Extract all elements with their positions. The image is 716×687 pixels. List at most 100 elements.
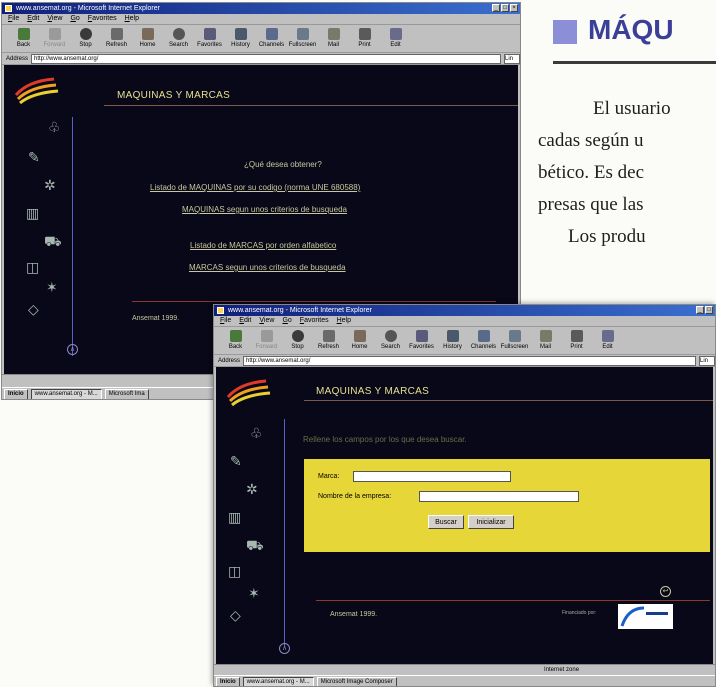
ansemat-logo (14, 77, 59, 105)
taskbar-ie[interactable]: www.ansemat.org - M... (30, 388, 102, 399)
refresh-icon (110, 28, 123, 40)
home-button[interactable]: Home (132, 25, 163, 52)
empresa-label: Nombre de la empresa: (318, 493, 392, 500)
menu-file[interactable]: File (8, 14, 19, 24)
menu-favorites[interactable]: Favorites (300, 316, 329, 326)
link-maquinas-codigo[interactable]: Listado de MAQUINAS por su codigo (norma… (150, 183, 360, 192)
address-input[interactable]: http://www.ansemat.org/ (243, 355, 696, 366)
empresa-input[interactable] (419, 491, 579, 502)
minimize-icon[interactable]: _ (696, 306, 704, 314)
up-arrow-icon[interactable]: ∧ (279, 643, 290, 654)
menu-file[interactable]: File (220, 316, 231, 326)
taskbar-ie[interactable]: www.ansemat.org - M... (242, 676, 314, 686)
refresh-button[interactable]: Refresh (101, 25, 132, 52)
stop-button[interactable]: Stop (70, 25, 101, 52)
mail-icon (327, 28, 340, 40)
menu-go[interactable]: Go (70, 14, 79, 24)
marca-label: Marca: (318, 473, 340, 480)
start-button[interactable]: Inicio (4, 388, 28, 399)
mail-button[interactable]: Mail (318, 25, 349, 52)
taskbar-image-composer[interactable]: Microsoft Image Composer (316, 676, 397, 686)
menu-go[interactable]: Go (282, 316, 291, 326)
search-button[interactable]: Search (375, 327, 406, 354)
hand-icon: ♧ (250, 425, 263, 441)
back-button[interactable]: Back (220, 327, 251, 354)
history-button[interactable]: History (437, 327, 468, 354)
start-button[interactable]: Inicio (216, 676, 240, 686)
search-button[interactable]: Search (163, 25, 194, 52)
menu-edit[interactable]: Edit (239, 316, 251, 326)
address-input[interactable]: http://www.ansemat.org/ (31, 53, 501, 64)
menu-favorites[interactable]: Favorites (88, 14, 117, 24)
menu-view[interactable]: View (47, 14, 62, 24)
address-bar: Address http://www.ansemat.org/ Lin (2, 53, 520, 65)
document-line: bético. Es dec (538, 162, 645, 183)
channels-icon (477, 330, 490, 342)
fullscreen-button[interactable]: Fullscreen (287, 25, 318, 52)
stop-icon (291, 330, 304, 342)
maximize-icon[interactable]: □ (705, 306, 713, 314)
document-heading: MÁQU (588, 14, 674, 45)
inicializar-button[interactable]: Inicializar (468, 515, 514, 529)
back-button[interactable]: Back (8, 25, 39, 52)
favorites-icon (415, 330, 428, 342)
menu-help[interactable]: Help (337, 316, 351, 326)
print-button[interactable]: Print (561, 327, 592, 354)
history-button[interactable]: History (225, 25, 256, 52)
menu-help[interactable]: Help (125, 14, 139, 24)
edit-button[interactable]: Edit (380, 25, 411, 52)
links-button[interactable]: Lin (504, 53, 520, 64)
sidebar-line (72, 117, 73, 356)
search-icon (384, 330, 397, 342)
back-arrow-icon[interactable]: ↩ (660, 586, 671, 597)
print-button[interactable]: Print (349, 25, 380, 52)
building-icon: ▥ (228, 509, 242, 525)
favorites-icon (203, 28, 216, 40)
taskbar-image-composer[interactable]: Microsoft Ima (104, 388, 149, 399)
maximize-icon[interactable]: □ (501, 4, 509, 12)
fullscreen-button[interactable]: Fullscreen (499, 327, 530, 354)
stop-icon (79, 28, 92, 40)
mail-button[interactable]: Mail (530, 327, 561, 354)
link-marcas-criterios[interactable]: MARCAS segun unos criterios de busqueda (189, 263, 346, 272)
document-line: cadas según u (538, 130, 644, 151)
favorites-button[interactable]: Favorites (194, 25, 225, 52)
search-form: Marca: Nombre de la empresa: Buscar Inic… (304, 459, 710, 552)
ie-icon (217, 307, 224, 314)
mail-icon (539, 330, 552, 342)
buscar-button[interactable]: Buscar (428, 515, 464, 529)
page-title: MAQUINAS Y MARCAS (316, 386, 430, 397)
book-icon: ◫ (228, 563, 242, 579)
close-icon[interactable]: × (510, 4, 518, 12)
home-button[interactable]: Home (344, 327, 375, 354)
hand-icon: ♧ (48, 119, 61, 135)
history-icon (446, 330, 459, 342)
window-title: www.ansemat.org - Microsoft Internet Exp… (16, 5, 160, 12)
menu-view[interactable]: View (259, 316, 274, 326)
marca-input[interactable] (353, 471, 511, 482)
title-bar: www.ansemat.org - Microsoft Internet Exp… (2, 3, 520, 14)
link-maquinas-criterios[interactable]: MAQUINAS segun unos criterios de busqued… (182, 205, 347, 214)
menu-edit[interactable]: Edit (27, 14, 39, 24)
up-arrow-icon[interactable]: ∧ (67, 344, 78, 355)
menu-bar: File Edit View Go Favorites Help (2, 14, 520, 25)
title-bar: www.ansemat.org - Microsoft Internet Exp… (214, 305, 715, 316)
financiado-label: Financiado por: (562, 610, 597, 616)
link-marcas-alfabetico[interactable]: Listado de MARCAS por orden alfabetico (190, 241, 336, 250)
title-divider (104, 105, 518, 106)
stop-button[interactable]: Stop (282, 327, 313, 354)
minimize-icon[interactable]: _ (492, 4, 500, 12)
channels-button[interactable]: Channels (468, 327, 499, 354)
links-button[interactable]: Lin (699, 355, 715, 366)
forward-button[interactable]: Forward (251, 327, 282, 354)
favorites-button[interactable]: Favorites (406, 327, 437, 354)
refresh-button[interactable]: Refresh (313, 327, 344, 354)
address-label: Address (218, 357, 241, 364)
machine-icon: ✲ (246, 481, 258, 497)
page-subtitle: Rellene los campos por los que desea bus… (303, 435, 467, 444)
question-text: ¿Qué desea obtener? (244, 160, 322, 169)
tools-icon: ✎ (230, 453, 242, 469)
channels-button[interactable]: Channels (256, 25, 287, 52)
edit-button[interactable]: Edit (592, 327, 623, 354)
forward-button[interactable]: Forward (39, 25, 70, 52)
